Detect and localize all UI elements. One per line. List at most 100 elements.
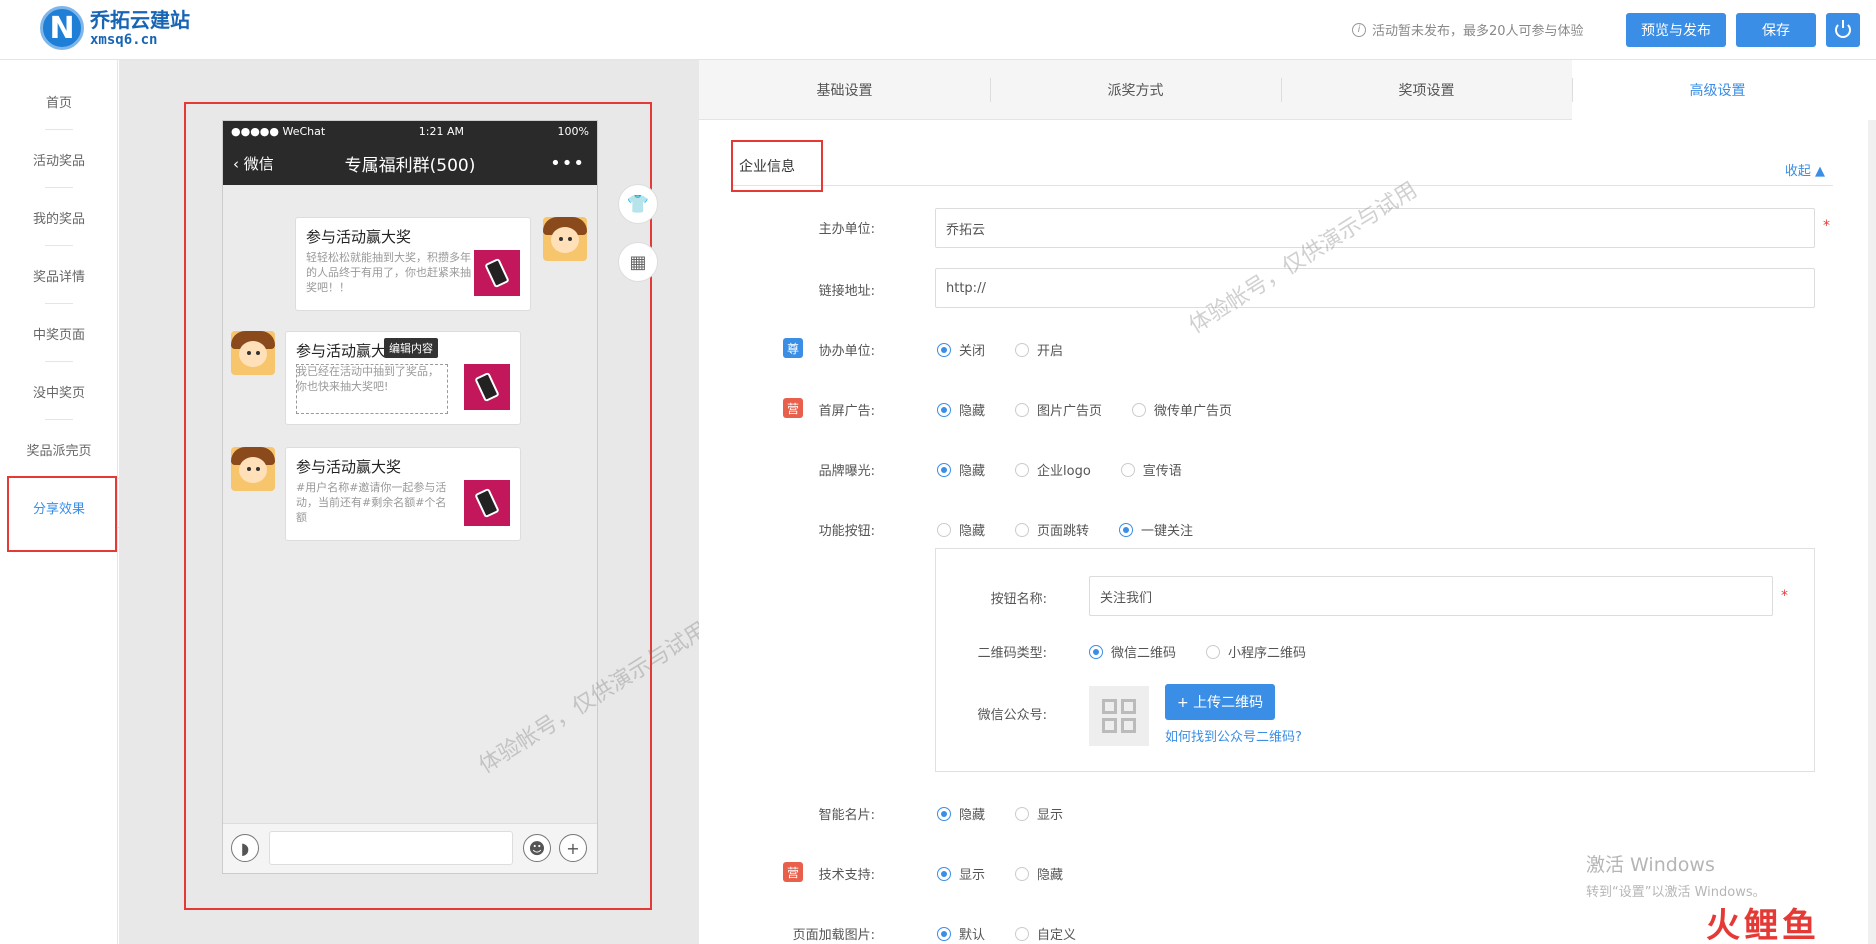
button-name-label: 按钮名称: [990, 592, 1047, 607]
nav-item-my-prizes[interactable]: 我的奖品 [0, 188, 118, 246]
message-thumbnail [464, 364, 510, 410]
radio-show[interactable]: 显示 [1015, 804, 1063, 823]
smart-card-label: 智能名片: [818, 808, 875, 823]
nav-item-activity-prizes[interactable]: 活动奖品 [0, 130, 118, 188]
tech-support-label: 技术支持: [818, 868, 875, 883]
chat-input-bar: ◗ ☻ + [223, 823, 597, 873]
chat-nav-bar: 专属福利群(500) ‹ 微信 ••• [223, 141, 597, 185]
message-body: 我已经在活动中抽到了奖品，你也快来抽大奖吧! [296, 365, 439, 393]
tab-award-method[interactable]: 派奖方式 [990, 60, 1281, 120]
co-host-radio-group: 关闭 开启 [937, 340, 1093, 359]
qr-type-label: 二维码类型: [977, 646, 1047, 661]
power-button[interactable] [1826, 13, 1860, 47]
avatar [231, 331, 275, 375]
tab-advanced-settings[interactable]: 高级设置 [1572, 60, 1863, 120]
co-host-label: 协办单位: [818, 344, 875, 359]
radio-flyer-ad[interactable]: 微传单广告页 [1132, 400, 1232, 419]
message-thumbnail [474, 250, 520, 296]
section-header: 企业信息 收起 ▲ [731, 140, 1833, 192]
layout-tool-icon[interactable]: ▦ [618, 242, 658, 282]
host-field[interactable]: 乔拓云 [935, 208, 1815, 248]
radio-wechat-qr[interactable]: 微信二维码 [1089, 642, 1176, 661]
phone-preview: ●●●●● WeChat 1:21 AM 100% 专属福利群(500) ‹ 微… [222, 120, 598, 874]
message-body: 轻轻松松就能抽到大奖，积攒多年的人品终于有用了，你也赶紧来抽奖吧！！ [306, 251, 471, 294]
nav-item-prizes-exhausted[interactable]: 奖品派完页 [0, 420, 118, 478]
message-title: 参与活动赢大奖 [306, 228, 412, 246]
nav-item-win-page[interactable]: 中奖页面 [0, 304, 118, 362]
tab-basic-settings[interactable]: 基础设置 [699, 60, 990, 120]
share-message-card[interactable]: 参与活动赢大奖 轻轻松松就能抽到大奖，积攒多年的人品终于有用了，你也赶紧来抽奖吧… [295, 217, 531, 311]
radio-image-ad[interactable]: 图片广告页 [1015, 400, 1102, 419]
loading-image-radio-group: 默认 自定义 [937, 924, 1106, 943]
radio-one-click-follow[interactable]: 一键关注 [1119, 520, 1193, 539]
scrollbar[interactable] [1868, 120, 1876, 944]
upload-qr-button[interactable]: + 上传二维码 [1165, 684, 1276, 720]
smart-card-radio-group: 隐藏 显示 [937, 804, 1093, 823]
logo-domain: xmsq6.cn [90, 32, 158, 48]
message-body: #用户名称#邀请你一起参与活动，当前还有#剩余名额#个名额 [296, 481, 447, 524]
edit-content-tooltip: 编辑内容 [384, 338, 438, 358]
radio-hide[interactable]: 隐藏 [937, 460, 985, 479]
required-mark: * [1781, 588, 1788, 604]
logo[interactable]: N 乔拓云建站 xmsq6.cn [40, 6, 190, 50]
avatar [231, 447, 275, 491]
tech-support-radio-group: 显示 隐藏 [937, 864, 1093, 883]
message-title: 参与活动赢大奖 [296, 458, 402, 476]
logo-name: 乔拓云建站 [90, 8, 190, 32]
chat-title: 专属福利群(500) [344, 155, 476, 176]
tab-prize-settings[interactable]: 奖项设置 [1281, 60, 1572, 120]
more-icon: ••• [550, 152, 585, 174]
back-button: ‹ 微信 [233, 154, 274, 173]
notice-text: 活动暂未发布，最多20人可参与体验 [1372, 24, 1584, 39]
brand-exposure-label: 品牌曝光: [818, 464, 875, 479]
brand-watermark: 火鲤鱼 [1706, 906, 1820, 944]
radio-miniprogram-qr[interactable]: 小程序二维码 [1206, 642, 1306, 661]
nav-item-prize-details[interactable]: 奖品详情 [0, 246, 118, 304]
collapse-link[interactable]: 收起 ▲ [1785, 160, 1825, 179]
radio-hide[interactable]: 隐藏 [937, 400, 985, 419]
top-header: N 乔拓云建站 xmsq6.cn i 活动暂未发布，最多20人可参与体验 预览与… [0, 0, 1876, 60]
voice-icon: ◗ [231, 834, 259, 862]
find-qr-help-link[interactable]: 如何找到公众号二维码? [1165, 726, 1302, 745]
plus-icon: + [559, 834, 587, 862]
theme-tool-icon[interactable]: 👕 [618, 184, 658, 224]
section-title: 企业信息 [731, 140, 823, 192]
power-icon [1835, 20, 1851, 38]
chat-text-input [269, 831, 513, 865]
battery-label: 100% [557, 124, 589, 138]
emoji-icon: ☻ [523, 834, 551, 862]
settings-tabs: 基础设置 派奖方式 奖项设置 高级设置 [699, 60, 1863, 120]
splash-ad-label: 首屏广告: [818, 404, 875, 419]
link-label: 链接地址: [818, 284, 875, 299]
phone-status-bar: ●●●●● WeChat 1:21 AM 100% [223, 121, 597, 141]
save-button[interactable]: 保存 [1736, 13, 1816, 47]
radio-slogan[interactable]: 宣传语 [1120, 460, 1182, 479]
nav-item-no-win-page[interactable]: 没中奖页 [0, 362, 118, 420]
radio-hide[interactable]: 隐藏 [1015, 864, 1063, 883]
button-name-field[interactable]: 关注我们 [1089, 576, 1773, 616]
radio-close[interactable]: 关闭 [937, 340, 985, 359]
info-icon: i [1352, 22, 1366, 37]
nav-item-home[interactable]: 首页 [0, 72, 118, 130]
avatar [543, 217, 587, 261]
settings-panel: 基础设置 派奖方式 奖项设置 高级设置 企业信息 收起 ▲ 主办单位: 乔拓云 … [699, 60, 1876, 944]
status-time: 1:21 AM [418, 124, 464, 138]
radio-default[interactable]: 默认 [937, 924, 985, 943]
radio-custom[interactable]: 自定义 [1015, 924, 1076, 943]
preview-publish-button[interactable]: 预览与发布 [1626, 13, 1726, 47]
loading-image-label: 页面加载图片: [792, 928, 875, 943]
splash-ad-radio-group: 隐藏 图片广告页 微传单广告页 [937, 400, 1262, 419]
radio-open[interactable]: 开启 [1015, 340, 1063, 359]
radio-page-jump[interactable]: 页面跳转 [1015, 520, 1089, 539]
radio-hide[interactable]: 隐藏 [937, 804, 985, 823]
link-field[interactable]: http:// [935, 268, 1815, 308]
share-message-card[interactable]: 参与活动赢大奖 #用户名称#邀请你一起参与活动，当前还有#剩余名额#个名额 [285, 447, 521, 541]
function-button-label: 功能按钮: [818, 524, 875, 539]
share-message-card[interactable]: 参与活动赢大奖 我已经在活动中抽到了奖品，你也快来抽大奖吧! 编辑内容 [285, 331, 521, 425]
radio-company-logo[interactable]: 企业logo [1015, 460, 1091, 479]
nav-highlight-box [7, 476, 117, 552]
radio-show[interactable]: 显示 [937, 864, 985, 883]
qr-type-radio-group: 微信二维码 小程序二维码 [1089, 642, 1336, 661]
radio-hide[interactable]: 隐藏 [937, 520, 985, 539]
qr-code-icon [1089, 686, 1149, 746]
